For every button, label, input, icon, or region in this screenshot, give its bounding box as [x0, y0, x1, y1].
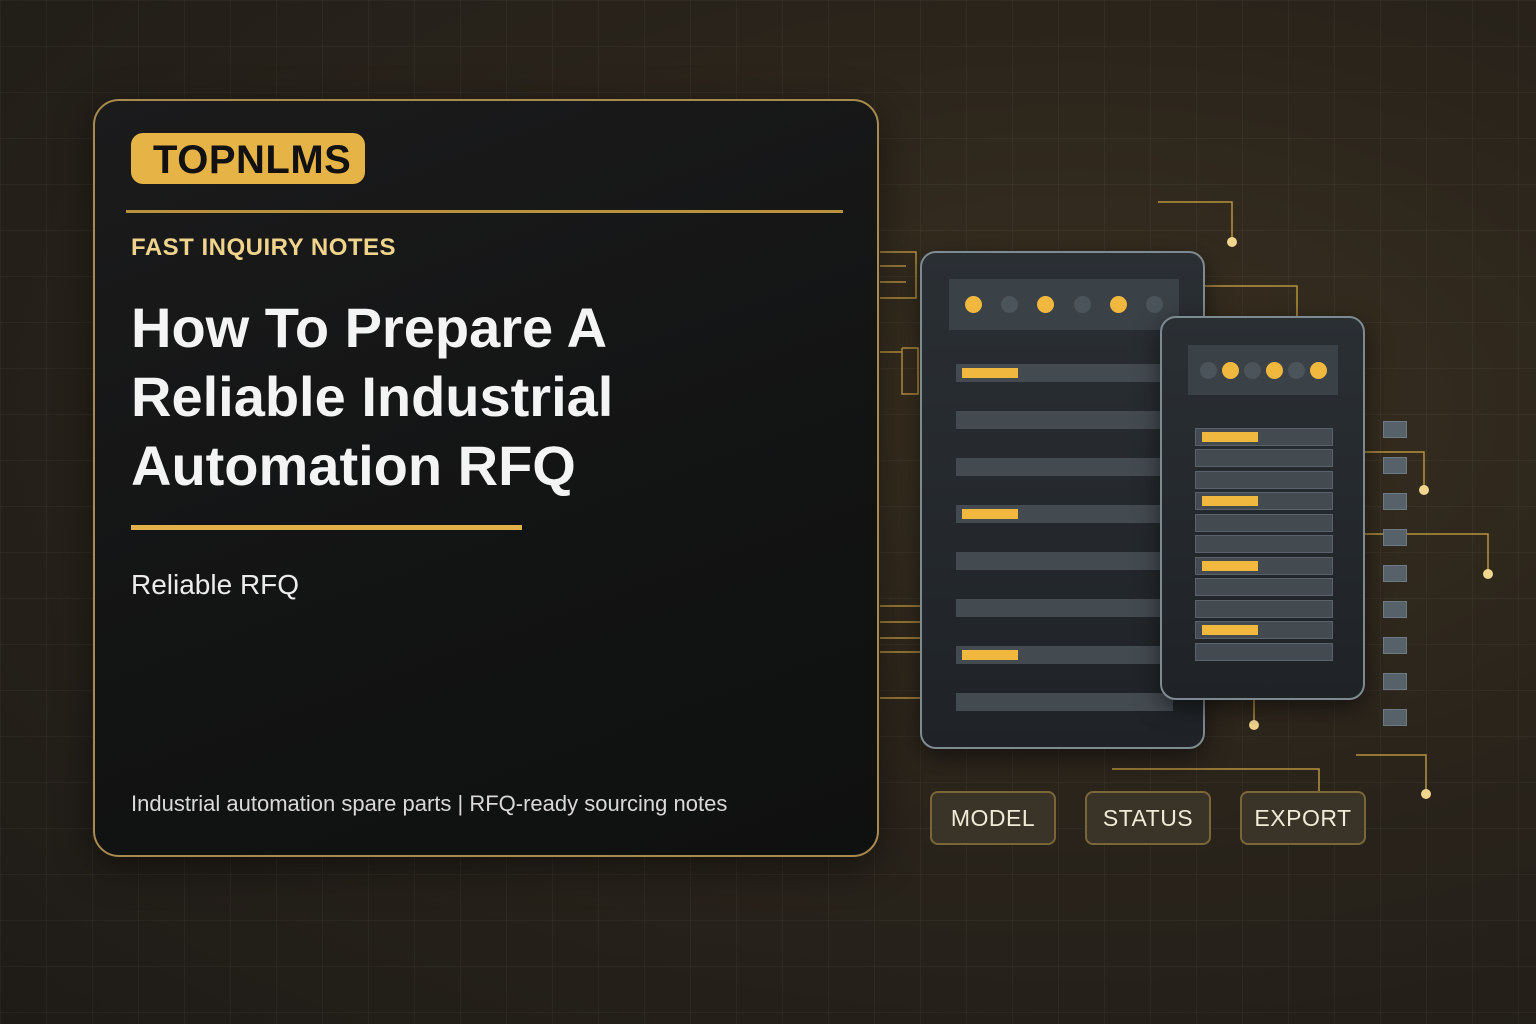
status-led-icon [1037, 296, 1055, 313]
footer-tagline: Industrial automation spare parts | RFQ-… [131, 791, 728, 816]
connector-port-icon [1383, 421, 1407, 438]
drive-slot [1195, 578, 1333, 596]
status-led-icon [1199, 361, 1217, 379]
divider [126, 210, 843, 213]
drive-slot [956, 458, 1173, 476]
drive-activity-bar [962, 650, 1018, 660]
status-led-icon [1265, 361, 1283, 379]
drive-slot [956, 599, 1173, 617]
drive-slot [956, 411, 1173, 429]
connector-port-icon [1383, 529, 1407, 546]
connector-port-icon [1383, 457, 1407, 474]
server-status-bar [949, 279, 1179, 330]
connector-port-icon [1383, 637, 1407, 654]
drive-slot [1195, 557, 1333, 575]
status-led-icon [1146, 296, 1164, 313]
drive-slot [1195, 621, 1333, 639]
export-button[interactable]: EXPORT [1240, 791, 1366, 845]
drive-slot [956, 364, 1173, 382]
drive-slot [1195, 428, 1333, 446]
kicker-label: FAST INQUIRY NOTES [131, 234, 397, 261]
status-led-icon [1000, 296, 1018, 313]
drive-slot [1195, 492, 1333, 510]
status-led-icon [1109, 296, 1127, 313]
page-title: How To Prepare A Reliable Industrial Aut… [131, 296, 614, 497]
connector-port-icon [1383, 493, 1407, 510]
status-led-icon [1287, 361, 1305, 379]
server-panel-small [1160, 316, 1365, 700]
drive-slot [956, 552, 1173, 570]
status-led-icon [1221, 361, 1239, 379]
drive-activity-bar [962, 368, 1018, 378]
drive-activity-bar [1202, 625, 1258, 635]
drive-slot [1195, 449, 1333, 467]
drive-slot [1195, 535, 1333, 553]
accent-divider [131, 525, 522, 530]
connector-port-icon [1383, 709, 1407, 726]
drive-activity-bar [1202, 496, 1258, 506]
drive-activity-bar [1202, 432, 1258, 442]
status-led-icon [1309, 361, 1327, 379]
subtitle: Reliable RFQ [131, 569, 300, 600]
drive-slot [1195, 643, 1333, 661]
drive-activity-bar [962, 509, 1018, 519]
drive-slot [1195, 600, 1333, 618]
drive-slot [956, 693, 1173, 711]
connector-port-icon [1383, 601, 1407, 618]
drive-activity-bar [1202, 561, 1258, 571]
status-led-icon [964, 296, 982, 313]
model-button[interactable]: MODEL [930, 791, 1056, 845]
status-led-icon [1073, 296, 1091, 313]
brand-name: TOPNLMS [153, 138, 352, 182]
drive-slot [1195, 471, 1333, 489]
status-button[interactable]: STATUS [1085, 791, 1211, 845]
drive-slot [956, 646, 1173, 664]
connector-port-icon [1383, 673, 1407, 690]
article-card: TOPNLMS FAST INQUIRY NOTES How To Prepar… [93, 99, 879, 857]
drive-slot [1195, 514, 1333, 532]
connector-port-icon [1383, 565, 1407, 582]
drive-slot [956, 505, 1173, 523]
server-status-bar [1188, 345, 1338, 395]
brand-badge: TOPNLMS [131, 133, 366, 184]
status-led-icon [1243, 361, 1261, 379]
